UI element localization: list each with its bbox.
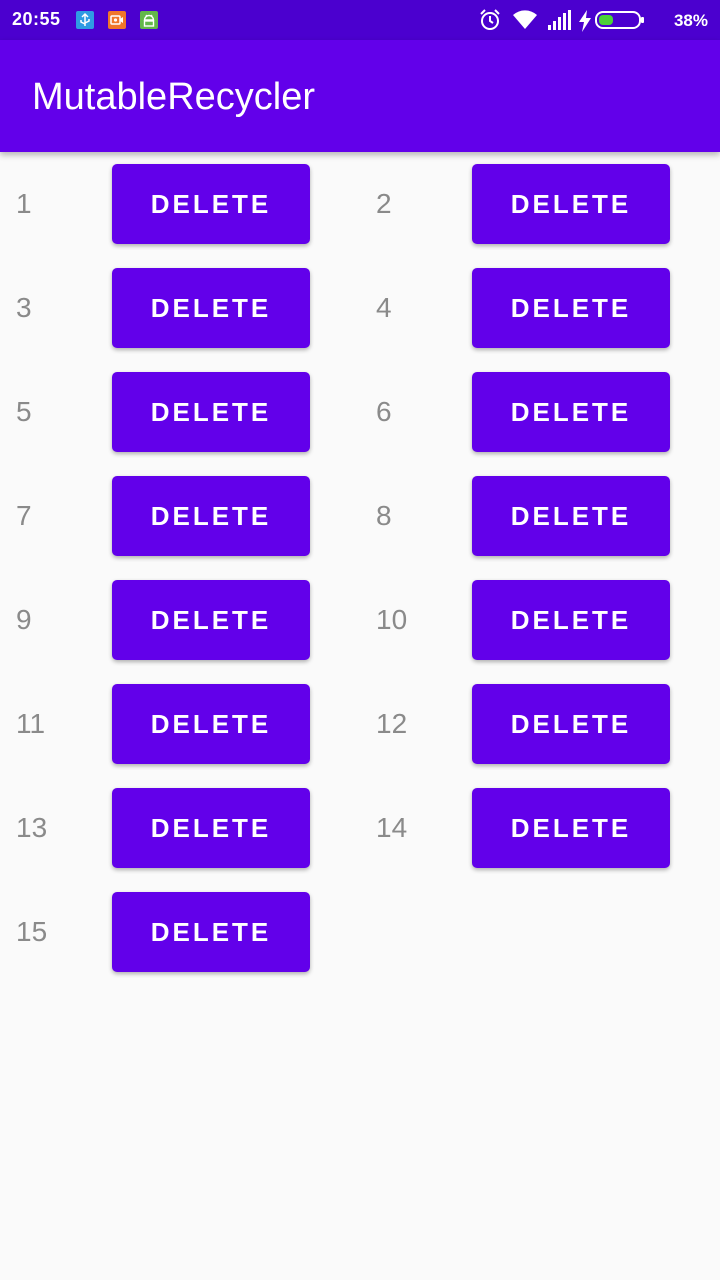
- delete-button[interactable]: DELETE: [112, 580, 310, 660]
- delete-button[interactable]: DELETE: [112, 268, 310, 348]
- usb-icon: [76, 11, 94, 29]
- delete-button[interactable]: DELETE: [472, 372, 670, 452]
- delete-button[interactable]: DELETE: [472, 476, 670, 556]
- grid-item: 2 DELETE: [360, 152, 720, 256]
- delete-button[interactable]: DELETE: [472, 268, 670, 348]
- item-number: 5: [16, 396, 32, 427]
- item-number: 11: [16, 708, 46, 739]
- delete-button[interactable]: DELETE: [112, 788, 310, 868]
- alarm-icon: [478, 8, 502, 36]
- item-number: 3: [16, 292, 32, 323]
- item-number: 8: [376, 500, 392, 531]
- item-number: 2: [376, 188, 392, 219]
- delete-button[interactable]: DELETE: [472, 684, 670, 764]
- item-number: 13: [16, 812, 48, 843]
- grid-item: 15 DELETE: [0, 880, 360, 984]
- battery-icon: [595, 11, 645, 33]
- charging-icon: [578, 10, 592, 36]
- grid-item: 5 DELETE: [0, 360, 360, 464]
- item-number: 12: [376, 708, 408, 739]
- item-number: 9: [16, 604, 32, 635]
- grid-item: 9 DELETE: [0, 568, 360, 672]
- item-number: 1: [16, 188, 32, 219]
- cell-signal-icon: [548, 10, 572, 34]
- item-number: 6: [376, 396, 392, 427]
- system-status-icons: 38%: [478, 8, 708, 32]
- grid-item: 10 DELETE: [360, 568, 720, 672]
- grid-item: 8 DELETE: [360, 464, 720, 568]
- screen-record-icon: [108, 11, 126, 29]
- grid-item: 14 DELETE: [360, 776, 720, 880]
- delete-button[interactable]: DELETE: [112, 372, 310, 452]
- wifi-icon: [512, 9, 538, 35]
- delete-button[interactable]: DELETE: [112, 892, 310, 972]
- grid-item: 11 DELETE: [0, 672, 360, 776]
- item-number: 15: [16, 916, 48, 947]
- delete-button[interactable]: DELETE: [112, 476, 310, 556]
- grid-item: 3 DELETE: [0, 256, 360, 360]
- item-number: 7: [16, 500, 32, 531]
- grid-item: 6 DELETE: [360, 360, 720, 464]
- status-bar: 20:55 38%: [0, 0, 720, 40]
- item-number: 14: [376, 812, 408, 843]
- grid-item: 1 DELETE: [0, 152, 360, 256]
- grid-item: 7 DELETE: [0, 464, 360, 568]
- battery-percent: 38%: [673, 11, 708, 30]
- grid-item: 13 DELETE: [0, 776, 360, 880]
- delete-button[interactable]: DELETE: [112, 684, 310, 764]
- status-time: 20:55: [12, 9, 61, 29]
- delete-button[interactable]: DELETE: [472, 164, 670, 244]
- grid-item: 4 DELETE: [360, 256, 720, 360]
- grid-item: 12 DELETE: [360, 672, 720, 776]
- app-bar: MutableRecycler: [0, 40, 720, 152]
- delete-button[interactable]: DELETE: [472, 580, 670, 660]
- item-number: 4: [376, 292, 392, 323]
- item-number: 10: [376, 604, 408, 635]
- delete-button[interactable]: DELETE: [112, 164, 310, 244]
- app-title: MutableRecycler: [32, 76, 315, 118]
- delete-button[interactable]: DELETE: [472, 788, 670, 868]
- android-icon: [140, 11, 158, 29]
